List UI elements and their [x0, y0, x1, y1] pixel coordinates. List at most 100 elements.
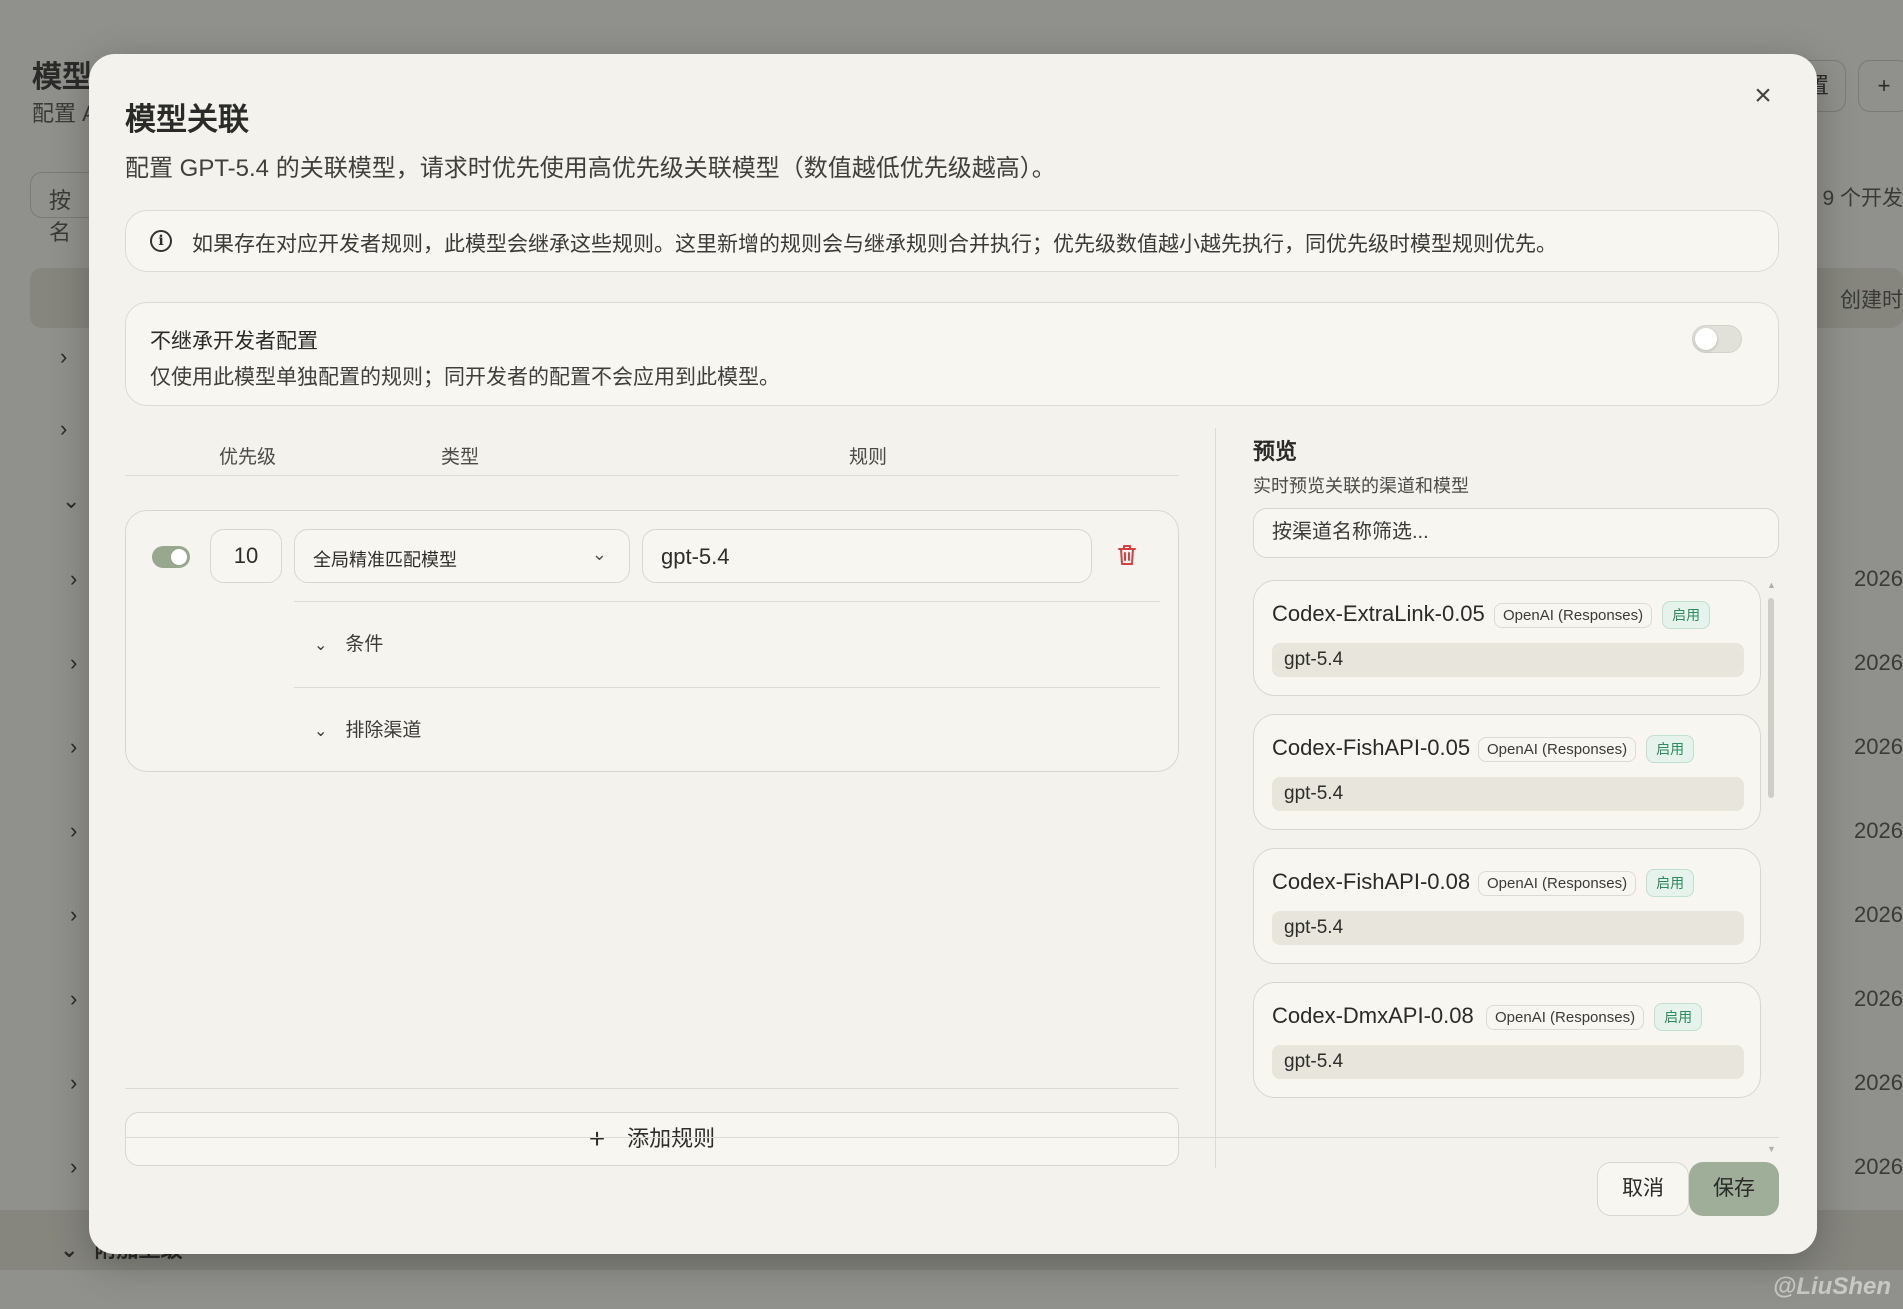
dialog-description: 配置 GPT-5.4 的关联模型，请求时优先使用高优先级关联模型（数值越低优先级…: [125, 155, 1056, 182]
info-alert: i 如果存在对应开发者规则，此模型会继承这些规则。这里新增的规则会与继承规则合并…: [125, 210, 1779, 272]
rule-card: 10 全局精准匹配模型 ⌄ gpt-5.4 ⌄ 条件 ⌄ 排除渠道: [125, 510, 1179, 772]
channel-model: gpt-5.4: [1272, 911, 1744, 945]
inherit-setting: 不继承开发者配置 仅使用此模型单独配置的规则；同开发者的配置不会应用到此模型。: [125, 302, 1779, 406]
model-association-dialog: × 模型关联 配置 GPT-5.4 的关联模型，请求时优先使用高优先级关联模型（…: [89, 54, 1817, 1254]
bg-row-date: 2026: [1854, 566, 1903, 591]
info-text: 如果存在对应开发者规则，此模型会继承这些规则。这里新增的规则会与继承规则合并执行…: [192, 233, 1557, 256]
divider: [125, 1137, 1779, 1138]
channel-badges: OpenAI (Responses) 启用: [1478, 735, 1695, 763]
chevron-down-icon[interactable]: ⌄: [60, 1237, 78, 1262]
status-badge: 启用: [1646, 869, 1695, 897]
chevron-down-icon[interactable]: ⌄: [62, 488, 80, 514]
channel-model: gpt-5.4: [1272, 777, 1744, 811]
chevron-right-icon[interactable]: ›: [70, 986, 77, 1012]
channel-badges: OpenAI (Responses) 启用: [1478, 869, 1695, 897]
preview-title: 预览: [1253, 439, 1298, 464]
chevron-right-icon[interactable]: ›: [70, 650, 77, 676]
scroll-up-icon[interactable]: ▲: [1767, 580, 1776, 590]
status-badge: 启用: [1654, 1003, 1703, 1031]
divider: [125, 1088, 1179, 1089]
channel-card: Codex-FishAPI-0.05 OpenAI (Responses) 启用 …: [1253, 714, 1761, 830]
channel-card: Codex-FishAPI-0.08 OpenAI (Responses) 启用 …: [1253, 848, 1761, 964]
divider: [294, 687, 1160, 688]
inherit-description: 仅使用此模型单独配置的规则；同开发者的配置不会应用到此模型。: [150, 366, 780, 389]
inherit-toggle[interactable]: [1692, 325, 1742, 353]
bg-row-date: 2026: [1854, 986, 1903, 1011]
channel-card: Codex-DmxAPI-0.08 OpenAI (Responses) 启用 g…: [1253, 982, 1761, 1098]
channel-type-badge: OpenAI (Responses): [1478, 736, 1637, 762]
preview-subtitle: 实时预览关联的渠道和模型: [1253, 476, 1469, 496]
toggle-knob: [1695, 328, 1717, 350]
conditions-label: 条件: [345, 634, 384, 655]
bg-row-date: 2026: [1854, 1070, 1903, 1095]
page-title: 模型: [32, 61, 92, 94]
rules-table-header: 优先级 类型 规则: [125, 434, 1179, 476]
channel-type-badge: OpenAI (Responses): [1478, 870, 1637, 896]
preview-channel-list[interactable]: Codex-ExtraLink-0.05 OpenAI (Responses) 启…: [1253, 580, 1761, 1154]
exclude-channels-toggle[interactable]: ⌄ 排除渠道: [314, 715, 421, 742]
page-subtitle: 配置 A: [32, 101, 97, 126]
exclude-channels-label: 排除渠道: [345, 720, 422, 741]
inherit-title: 不继承开发者配置: [150, 330, 318, 353]
chevron-right-icon[interactable]: ›: [70, 902, 77, 928]
chevron-right-icon[interactable]: ›: [60, 416, 67, 442]
bg-count-text: 9 个开发: [1822, 187, 1903, 210]
toggle-knob: [171, 549, 187, 565]
channel-filter-input[interactable]: [1272, 521, 1752, 544]
type-select-value: 全局精准匹配模型: [313, 550, 457, 570]
divider: [294, 601, 1160, 602]
chevron-down-icon: ⌄: [591, 544, 607, 564]
chevron-right-icon[interactable]: ›: [60, 344, 67, 370]
bg-row-date: 2026: [1854, 818, 1903, 843]
add-rule-button[interactable]: + 添加规则: [125, 1112, 1179, 1166]
chevron-right-icon[interactable]: ›: [70, 1070, 77, 1096]
chevron-right-icon[interactable]: ›: [70, 818, 77, 844]
chevron-down-icon: ⌄: [314, 723, 328, 740]
channel-name: Codex-ExtraLink-0.05: [1272, 601, 1485, 626]
scroll-down-icon[interactable]: ▼: [1767, 1144, 1776, 1154]
plus-icon: +: [588, 1123, 606, 1154]
bg-row-date: 2026: [1854, 902, 1903, 927]
channel-card: Codex-ExtraLink-0.05 OpenAI (Responses) 启…: [1253, 580, 1761, 696]
chevron-right-icon[interactable]: ›: [70, 1154, 77, 1180]
scroll-thumb[interactable]: [1768, 598, 1774, 798]
rule-value-input[interactable]: gpt-5.4: [642, 529, 1092, 583]
channel-model: gpt-5.4: [1272, 1045, 1744, 1079]
bg-row-date: 2026: [1854, 650, 1903, 675]
chevron-right-icon[interactable]: ›: [70, 566, 77, 592]
bg-row-date: 2026: [1854, 1154, 1903, 1179]
save-button[interactable]: 保存: [1689, 1162, 1779, 1216]
watermark: @LiuShen: [1772, 1273, 1891, 1300]
dialog-title: 模型关联: [125, 102, 249, 137]
add-rule-label: 添加规则: [627, 1126, 716, 1151]
rule-value: gpt-5.4: [661, 544, 730, 569]
rule-enabled-toggle[interactable]: [152, 546, 190, 568]
priority-header: 优先级: [219, 447, 277, 468]
channel-name: Codex-DmxAPI-0.08: [1272, 1003, 1474, 1028]
channel-name: Codex-FishAPI-0.05: [1272, 735, 1471, 760]
channel-filter[interactable]: [1253, 508, 1779, 558]
chevron-down-icon: ⌄: [314, 637, 328, 654]
status-badge: 启用: [1662, 601, 1711, 629]
rule-header: 规则: [849, 447, 888, 468]
channel-type-badge: OpenAI (Responses): [1486, 1004, 1645, 1030]
preview-scrollbar[interactable]: ▲ ▼: [1767, 580, 1776, 1154]
channel-type-badge: OpenAI (Responses): [1494, 602, 1653, 628]
channel-model: gpt-5.4: [1272, 643, 1744, 677]
type-select[interactable]: 全局精准匹配模型 ⌄: [294, 529, 630, 583]
type-header: 类型: [441, 447, 480, 468]
channel-name: Codex-FishAPI-0.08: [1272, 869, 1471, 894]
status-badge: 启用: [1646, 735, 1695, 763]
trash-icon[interactable]: [1116, 543, 1138, 567]
channel-badges: OpenAI (Responses) 启用: [1486, 1003, 1703, 1031]
channel-badges: OpenAI (Responses) 启用: [1494, 601, 1711, 629]
bg-created-header: 创建时: [1840, 289, 1903, 312]
bg-add-button[interactable]: +: [1858, 60, 1903, 112]
conditions-toggle[interactable]: ⌄ 条件: [314, 629, 383, 656]
info-icon: i: [150, 230, 172, 252]
chevron-right-icon[interactable]: ›: [70, 734, 77, 760]
close-icon[interactable]: ×: [1743, 76, 1783, 116]
priority-input[interactable]: 10: [210, 529, 282, 583]
bg-row-date: 2026: [1854, 734, 1903, 759]
cancel-button[interactable]: 取消: [1597, 1162, 1689, 1216]
